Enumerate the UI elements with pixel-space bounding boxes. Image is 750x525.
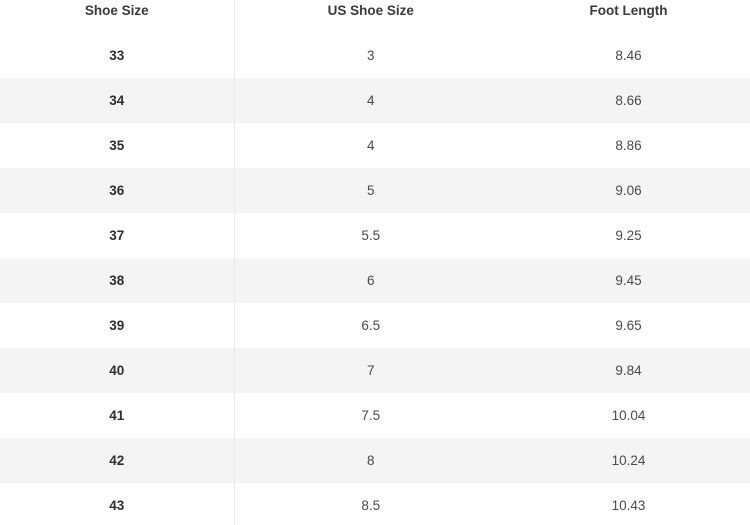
- cell-shoe-size: 36: [0, 168, 235, 213]
- cell-shoe-size: 42: [0, 438, 235, 483]
- cell-shoe-size: 38: [0, 258, 235, 303]
- cell-foot-length: 9.84: [507, 348, 750, 393]
- cell-foot-length: 10.24: [507, 438, 750, 483]
- cell-shoe-size: 37: [0, 213, 235, 258]
- cell-shoe-size: 43: [0, 483, 235, 525]
- table-row: 42 8 10.24: [0, 438, 750, 483]
- cell-us-shoe-size: 3: [366, 48, 375, 63]
- table-row: 36 5 9.06: [0, 168, 750, 213]
- cell-shoe-size: 40: [0, 348, 235, 393]
- table-body: 33 3 8.46 34 4 8.66 35 4 8.86 36 5 9.06 …: [0, 33, 750, 525]
- table-row: 37 5.5 9.25: [0, 213, 750, 258]
- cell-us-shoe-size: 5: [234, 168, 507, 213]
- cell-foot-length: 8.66: [507, 78, 750, 123]
- cell-us-shoe-size: 5.5: [361, 228, 381, 243]
- cell-foot-length: 10.04: [611, 408, 646, 423]
- table-row: 33 3 8.46: [0, 33, 750, 78]
- table-row: 40 7 9.84: [0, 348, 750, 393]
- table-row: 38 6 9.45: [0, 258, 750, 303]
- table-row: 43 8.5 10.43: [0, 483, 750, 525]
- cell-us-shoe-size: 4: [366, 138, 375, 153]
- cell-shoe-size: 35: [0, 123, 235, 168]
- cell-foot-length: 9.25: [615, 228, 642, 243]
- column-header-us-shoe-size: US Shoe Size: [234, 0, 507, 33]
- header-row: Shoe Size US Shoe Size Foot Length: [0, 0, 750, 33]
- column-header-shoe-size: Shoe Size: [0, 0, 235, 33]
- cell-us-shoe-size: 6: [234, 258, 507, 303]
- cell-us-shoe-size: 7.5: [361, 408, 381, 423]
- cell-shoe-size: 41: [0, 393, 235, 438]
- table-row: 34 4 8.66: [0, 78, 750, 123]
- cell-us-shoe-size: 8: [234, 438, 507, 483]
- cell-foot-length: 8.86: [615, 138, 642, 153]
- table-row: 39 6.5 9.65: [0, 303, 750, 348]
- cell-shoe-size: 34: [0, 78, 235, 123]
- table-row: 41 7.5 10.04: [0, 393, 750, 438]
- cell-us-shoe-size: 6.5: [361, 318, 381, 333]
- cell-foot-length: 9.65: [615, 318, 642, 333]
- table-row: 35 4 8.86: [0, 123, 750, 168]
- shoe-size-table: Shoe Size US Shoe Size Foot Length 33 3 …: [0, 0, 750, 525]
- cell-shoe-size: 39: [0, 303, 235, 348]
- cell-us-shoe-size: 8.5: [361, 498, 381, 513]
- cell-us-shoe-size: 7: [234, 348, 507, 393]
- table-header: Shoe Size US Shoe Size Foot Length: [0, 0, 750, 33]
- cell-foot-length: 9.45: [507, 258, 750, 303]
- cell-foot-length: 9.06: [507, 168, 750, 213]
- cell-shoe-size: 33: [0, 33, 235, 78]
- cell-foot-length: 8.46: [615, 48, 642, 63]
- cell-us-shoe-size: 4: [234, 78, 507, 123]
- column-header-foot-length: Foot Length: [507, 0, 750, 33]
- cell-foot-length: 10.43: [611, 498, 646, 513]
